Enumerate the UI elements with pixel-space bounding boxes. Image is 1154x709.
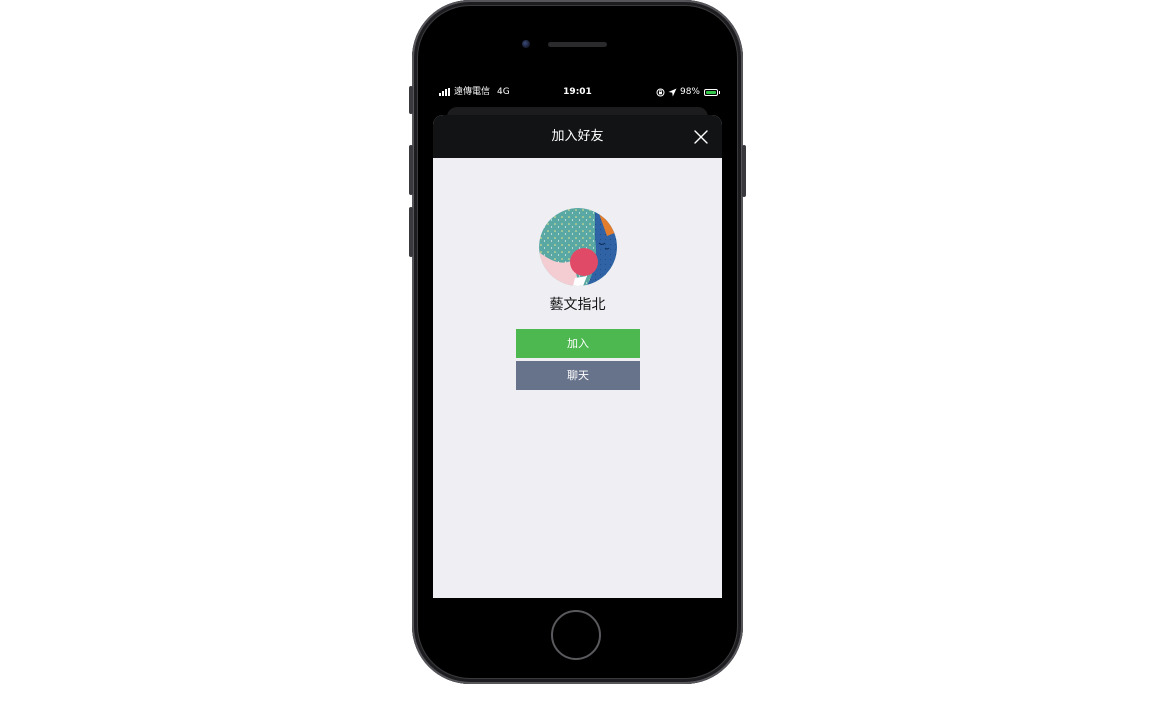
volume-up-button <box>409 145 413 195</box>
status-bar: 遠傳電信 4G 19:01 98% <box>433 83 722 101</box>
battery-level-fill <box>706 90 716 94</box>
volume-down-button <box>409 207 413 257</box>
add-friend-sheet: 加入好友 藝文指北 加入 聊天 <box>433 115 722 598</box>
add-friend-button[interactable]: 加入 <box>516 329 640 358</box>
chat-button[interactable]: 聊天 <box>516 361 640 390</box>
home-button[interactable] <box>551 610 601 660</box>
earpiece-speaker <box>548 42 607 47</box>
battery-percent: 98% <box>679 87 700 97</box>
power-button <box>742 145 746 197</box>
mute-switch <box>409 86 413 114</box>
rotation-lock-icon <box>656 88 665 96</box>
front-camera-icon <box>522 40 530 48</box>
profile-name: 藝文指北 <box>549 297 606 313</box>
phone-screen: 遠傳電信 4G 19:01 98% 加入好友 藝文指北 加入 聊天 <box>433 83 722 598</box>
profile-avatar <box>539 208 617 286</box>
close-icon[interactable] <box>692 128 710 146</box>
battery-charging-icon <box>704 88 720 96</box>
sheet-header: 加入好友 <box>433 115 722 158</box>
sheet-title: 加入好友 <box>551 129 604 144</box>
location-arrow-icon <box>668 88 677 96</box>
